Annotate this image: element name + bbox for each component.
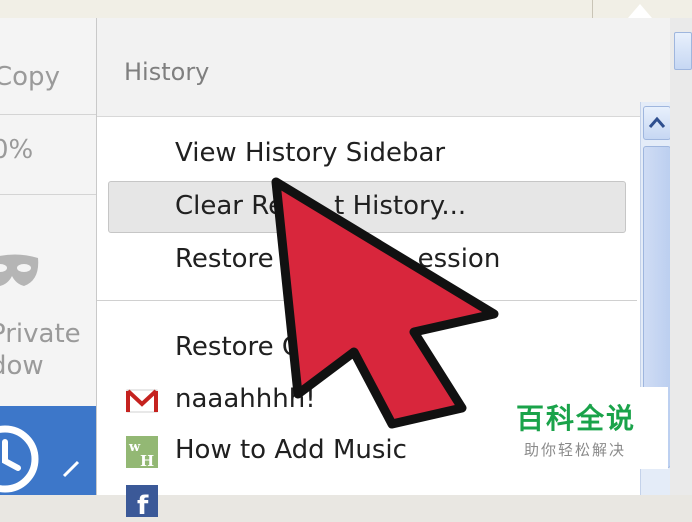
wikihow-icon: w H bbox=[126, 436, 158, 469]
red-arrow-pointer-icon bbox=[271, 177, 499, 429]
browser-top-bar bbox=[0, 0, 692, 19]
history-button[interactable] bbox=[0, 406, 96, 495]
menu-caret bbox=[628, 4, 652, 18]
chevron-up-icon bbox=[648, 116, 666, 128]
zoom-level[interactable]: 0% bbox=[0, 135, 88, 165]
history-entry-label: How to Add Music bbox=[175, 435, 407, 465]
menu-separator bbox=[0, 194, 96, 195]
chevron-right-icon bbox=[62, 460, 80, 478]
history-title: History bbox=[124, 58, 210, 86]
page-scroll-thumb[interactable] bbox=[674, 32, 692, 70]
watermark-logo: 百科全说 助你轻松解决 bbox=[498, 387, 668, 469]
svg-text:f: f bbox=[137, 491, 149, 518]
gmail-icon bbox=[126, 389, 158, 413]
private-label-2: dow bbox=[0, 351, 44, 381]
menu-separator bbox=[0, 114, 96, 115]
view-history-sidebar-item[interactable]: View History Sidebar bbox=[175, 138, 445, 168]
page-scrollbar[interactable] bbox=[670, 18, 692, 495]
new-private-window-button[interactable]: Private dow bbox=[0, 318, 86, 382]
private-label: Private bbox=[0, 319, 81, 349]
submenu-header: History bbox=[97, 18, 670, 117]
scroll-up-button[interactable] bbox=[643, 106, 671, 140]
watermark-subtitle: 助你轻松解决 bbox=[524, 441, 627, 459]
private-mask-icon bbox=[0, 254, 39, 286]
facebook-icon: f bbox=[126, 485, 158, 518]
watermark-title: 百科全说 bbox=[516, 402, 637, 435]
copy-button[interactable]: Copy bbox=[0, 62, 90, 92]
svg-text:H: H bbox=[140, 452, 154, 469]
firefox-menu-panel: Copy 0% Private dow bbox=[0, 18, 97, 495]
clock-icon bbox=[0, 425, 39, 493]
toolbar-divider bbox=[592, 0, 593, 18]
